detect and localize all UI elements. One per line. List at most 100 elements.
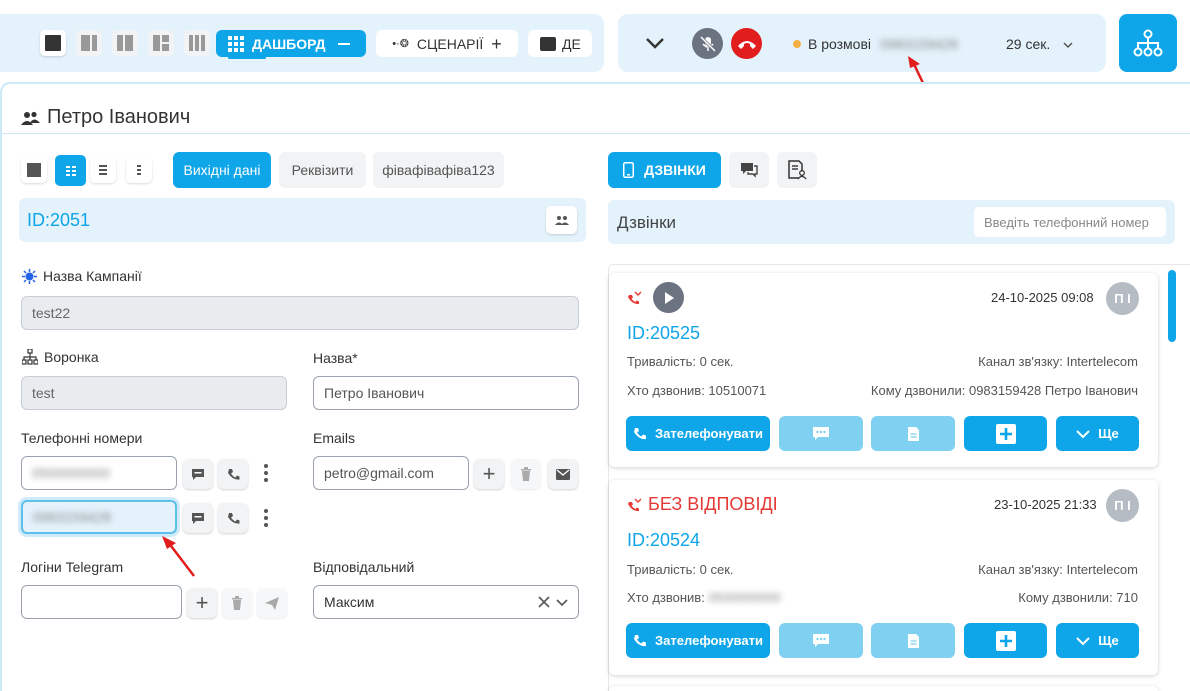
add-telegram-button[interactable]: + <box>187 588 217 618</box>
call-1-note-button[interactable] <box>871 416 955 451</box>
funnel-input[interactable]: test <box>21 376 287 410</box>
call-2-avatar-initials: П І <box>1114 498 1131 513</box>
calls-title: Дзвінки <box>617 213 677 232</box>
phone-1-message-button[interactable] <box>183 459 213 489</box>
call-2-call-button[interactable]: Зателефонувати <box>626 623 770 658</box>
message-icon <box>192 512 204 524</box>
call-1-add-button[interactable] <box>964 416 1047 451</box>
missed-call-icon <box>628 498 642 512</box>
view-compact-button[interactable] <box>126 157 152 183</box>
tab-calls[interactable]: ДЗВІНКИ <box>608 152 721 188</box>
responsible-value: Максим <box>324 594 375 610</box>
view-list-button[interactable] <box>90 157 116 183</box>
calls-search-input[interactable]: Введіть телефонний номер <box>974 207 1166 237</box>
phone-icon <box>227 468 239 480</box>
layout-single-icon <box>45 35 61 51</box>
layout-split-right-button[interactable] <box>112 30 138 56</box>
scenario-icon: •·❂ <box>392 38 409 50</box>
document-icon <box>907 426 919 441</box>
call-2-id[interactable]: ID:20524 <box>627 530 700 551</box>
third-tab[interactable]: ДЕ <box>528 30 592 57</box>
layout-split-icon <box>117 35 133 51</box>
network-button[interactable] <box>1119 14 1177 72</box>
id-panel <box>19 198 586 242</box>
call-2-note-button[interactable] <box>871 623 955 658</box>
call-1-avatar: П І <box>1106 282 1139 315</box>
tab-chats[interactable] <box>729 152 769 188</box>
layout-split-left-button[interactable] <box>76 30 102 56</box>
document-icon <box>907 633 919 648</box>
dashboard-tab-underline <box>228 56 266 59</box>
campaign-input[interactable]: test22 <box>21 296 579 330</box>
tab-source-data[interactable]: Вихідні дані <box>173 152 271 188</box>
id-users-button[interactable] <box>546 206 577 234</box>
plus-icon: + <box>195 590 209 615</box>
call-timer: 29 сек. <box>1006 36 1051 52</box>
chevron-down-icon[interactable] <box>556 596 568 608</box>
sms-icon <box>813 634 829 647</box>
network-icon <box>1133 29 1163 57</box>
call-1-channel: Канал зв'язку: Intertelecom <box>978 354 1138 369</box>
call-2-more-button[interactable]: Ще <box>1056 623 1139 658</box>
name-input[interactable]: Петро Іванович <box>313 376 579 410</box>
chevron-down-icon <box>1076 429 1090 438</box>
tab-custom[interactable]: фівафівафіва123 <box>373 152 504 188</box>
call-2-add-button[interactable] <box>964 623 1047 658</box>
phone-2-call-button[interactable] <box>218 503 248 533</box>
telegram-label: Логіни Telegram <box>21 559 124 575</box>
add-email-button[interactable]: + <box>474 459 504 489</box>
layout-grid-button[interactable] <box>148 30 174 56</box>
sms-icon <box>813 427 829 440</box>
trash-icon <box>232 596 242 610</box>
play-recording-button[interactable] <box>653 282 684 313</box>
layout-columns-button[interactable] <box>184 30 210 56</box>
send-email-button[interactable] <box>548 459 578 489</box>
phone-2-message-button[interactable] <box>183 503 213 533</box>
call-1-id[interactable]: ID:20525 <box>627 323 700 344</box>
contact-id[interactable]: ID:2051 <box>27 210 90 231</box>
delete-email-button[interactable] <box>511 459 541 489</box>
call-1-sms-button[interactable] <box>779 416 863 451</box>
chevron-down-icon[interactable] <box>644 32 666 54</box>
contact-header: Петро Іванович <box>21 106 190 129</box>
dashboard-tab[interactable]: ДАШБОРД <box>216 30 366 57</box>
calls-scrollbar[interactable] <box>1168 270 1176 342</box>
mute-microphone-button[interactable] <box>692 28 723 59</box>
delete-telegram-button[interactable] <box>222 588 252 618</box>
contact-card-icon <box>540 36 556 51</box>
email-input-1[interactable]: petro@gmail.com <box>313 456 469 490</box>
view-full-button[interactable] <box>21 157 47 183</box>
minus-icon[interactable] <box>337 42 350 45</box>
phone-icon <box>227 512 239 524</box>
clear-icon[interactable] <box>538 596 550 608</box>
trash-icon <box>521 467 531 481</box>
phone-input-2[interactable]: 0983159428 <box>21 500 177 534</box>
call-2-more-label: Ще <box>1098 633 1119 648</box>
phone-1-more-icon[interactable] <box>263 464 269 482</box>
call-timer-chevron-icon[interactable] <box>1062 38 1074 50</box>
phone-1-call-button[interactable] <box>218 459 248 489</box>
call-status-dot <box>793 40 801 48</box>
plus-icon[interactable]: + <box>491 35 502 53</box>
send-telegram-button[interactable] <box>257 588 287 618</box>
layout-single-button[interactable] <box>40 30 66 56</box>
call-1-more-button[interactable]: Ще <box>1056 416 1139 451</box>
call-2-datetime: 23-10-2025 21:33 <box>994 497 1097 512</box>
hang-up-button[interactable] <box>731 28 762 59</box>
call-2-sms-button[interactable] <box>779 623 863 658</box>
tab-requisites[interactable]: Реквізити <box>279 152 366 188</box>
phone-icon <box>634 634 647 646</box>
responsible-select[interactable]: Максим <box>313 585 579 619</box>
chevron-down-icon <box>1076 636 1090 645</box>
tab-documents[interactable] <box>777 152 817 188</box>
phone-input-1[interactable]: 0500000000 <box>21 456 177 490</box>
virus-icon <box>22 268 37 284</box>
view-grid-button[interactable] <box>55 155 86 186</box>
view-full-icon <box>27 163 41 177</box>
telegram-input[interactable] <box>21 585 182 619</box>
microphone-off-icon <box>699 35 716 52</box>
phone-2-more-icon[interactable] <box>263 509 269 527</box>
scenarios-tab[interactable]: •·❂ СЦЕНАРІЇ + <box>376 30 518 57</box>
call-1-call-button[interactable]: Зателефонувати <box>626 416 770 451</box>
phone-hangup-icon <box>737 40 756 49</box>
